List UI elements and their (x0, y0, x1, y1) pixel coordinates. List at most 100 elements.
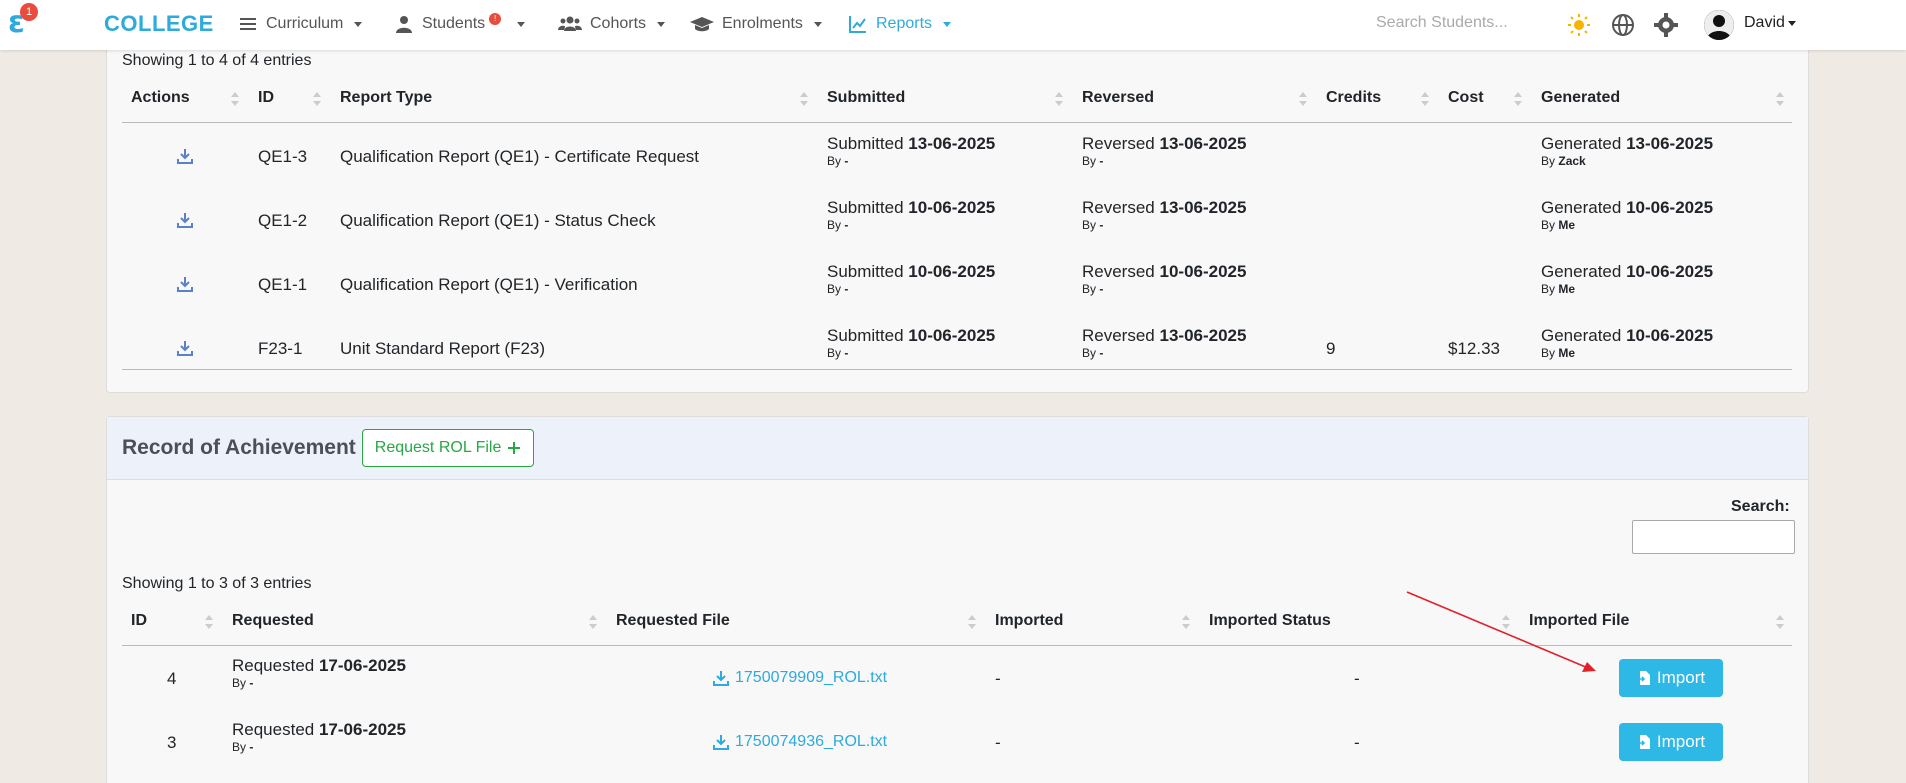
nav-reports[interactable]: Reports (848, 14, 952, 34)
download-icon (713, 671, 729, 686)
download-icon (713, 735, 729, 750)
sort-icon (1776, 615, 1784, 629)
rol-id: 3 (167, 733, 177, 752)
col-imported[interactable]: Imported (984, 597, 1198, 645)
table-row: QE1-3 Qualification Report (QE1) - Certi… (122, 124, 1792, 188)
col-imported-file[interactable]: Imported File (1518, 597, 1792, 645)
sort-icon (1421, 92, 1429, 106)
brand-name[interactable]: COLLEGE (104, 11, 214, 37)
col-cost[interactable]: Cost (1437, 74, 1530, 122)
requested-file-link[interactable]: 1750079909_ROL.txt (713, 669, 887, 687)
requested-file-link[interactable]: 1750074936_ROL.txt (713, 733, 887, 751)
sun-icon[interactable] (1567, 13, 1591, 37)
download-icon[interactable] (177, 276, 193, 292)
reports-table-header: Actions ID Report Type Submitted Reverse… (122, 74, 1792, 123)
table-row: 3 Requested 17-06-2025 By - 1750074936_RO… (122, 711, 1792, 775)
imported-cell: - (995, 733, 1001, 752)
avatar-icon (1704, 10, 1734, 40)
submitted-cell: Submitted 10-06-2025 By - (827, 262, 996, 296)
user-name: David (1744, 14, 1785, 31)
download-icon[interactable] (177, 148, 193, 164)
sort-icon (1055, 92, 1063, 106)
col-actions[interactable]: Actions (122, 74, 247, 122)
table-row: F23-1 Unit Standard Report (F23) Submitt… (122, 316, 1792, 380)
users-icon (558, 16, 582, 31)
nav-enrolments-label: Enrolments (722, 15, 803, 32)
reversed-cell: Reversed 10-06-2025 By - (1082, 262, 1247, 296)
import-button[interactable]: Import (1619, 659, 1723, 697)
reports-table-body: QE1-3 Qualification Report (QE1) - Certi… (122, 124, 1792, 370)
rol-card: Record of Achievement Request ROL File S… (106, 416, 1809, 783)
report-type: Qualification Report (QE1) - Verificatio… (340, 275, 638, 294)
download-icon[interactable] (177, 212, 193, 228)
download-icon[interactable] (177, 340, 193, 356)
table-row: QE1-2 Qualification Report (QE1) - Statu… (122, 188, 1792, 252)
col-imported-status[interactable]: Imported Status (1198, 597, 1518, 645)
reversed-cell: Reversed 13-06-2025 By - (1082, 326, 1247, 360)
sort-icon (1299, 92, 1307, 106)
top-navbar: ε 1 COLLEGE Curriculum Students ! Cohort… (0, 0, 1906, 50)
sort-icon (1502, 615, 1510, 629)
student-search-input[interactable]: Search Students... (1376, 14, 1508, 32)
generated-cell: Generated 13-06-2025 By Zack (1541, 134, 1714, 168)
col-submitted[interactable]: Submitted (816, 74, 1071, 122)
import-label: Import (1656, 732, 1706, 751)
rol-table-body: 4 Requested 17-06-2025 By - 1750079909_RO… (122, 647, 1792, 783)
col-credits[interactable]: Credits (1315, 74, 1437, 122)
col-id[interactable]: ID (122, 597, 221, 645)
chevron-down-icon (657, 21, 666, 27)
request-rol-button[interactable]: Request ROL File (361, 429, 535, 467)
chevron-down-icon (354, 21, 363, 27)
nav-enrolments[interactable]: Enrolments (690, 14, 822, 34)
chevron-down-icon (517, 21, 526, 27)
gear-icon[interactable] (1654, 13, 1678, 37)
chevron-down-icon (813, 21, 822, 27)
notification-badge[interactable]: 1 (20, 3, 38, 21)
chevron-down-icon (1787, 20, 1796, 26)
col-reversed[interactable]: Reversed (1071, 74, 1315, 122)
rol-id: 4 (167, 669, 177, 688)
imported-status-cell: - (1354, 733, 1360, 752)
sort-icon (1776, 92, 1784, 106)
reversed-cell: Reversed 13-06-2025 By - (1082, 134, 1247, 168)
col-id[interactable]: ID (247, 74, 329, 122)
report-id: QE1-2 (258, 211, 308, 230)
rol-search-input[interactable] (1632, 520, 1795, 554)
line-chart-icon (849, 16, 866, 33)
nav-curriculum-label: Curriculum (266, 15, 344, 32)
nav-students[interactable]: Students ! (394, 13, 526, 34)
reversed-cell: Reversed 13-06-2025 By - (1082, 198, 1247, 232)
imported-cell: - (995, 669, 1001, 688)
sort-icon (968, 615, 976, 629)
nav-reports-label: Reports (876, 15, 933, 32)
report-id: QE1-1 (258, 275, 308, 294)
user-menu[interactable]: David (1744, 14, 1796, 32)
import-button[interactable]: Import (1619, 723, 1723, 761)
submitted-cell: Submitted 13-06-2025 By - (827, 134, 996, 168)
nav-students-label: Students (422, 15, 486, 32)
cost-cell: $12.33 (1448, 339, 1500, 358)
graduation-cap-icon (690, 17, 714, 32)
nav-curriculum[interactable]: Curriculum (238, 14, 363, 34)
col-requested-file[interactable]: Requested File (605, 597, 984, 645)
report-id: F23-1 (258, 339, 303, 358)
credits-cell: 9 (1326, 339, 1336, 358)
sort-icon (231, 92, 239, 106)
reports-showing-info: Showing 1 to 4 of 4 entries (122, 52, 312, 69)
app-logo[interactable]: ε 1 (8, 3, 38, 40)
user-icon (396, 16, 412, 33)
globe-icon[interactable] (1611, 13, 1635, 37)
rol-search-label: Search: (1731, 498, 1790, 515)
table-row: QE1-1 Qualification Report (QE1) - Verif… (122, 252, 1792, 316)
report-type: Unit Standard Report (F23) (340, 339, 546, 358)
rol-table-header: ID Requested Requested File Imported Imp… (122, 597, 1792, 646)
submitted-cell: Submitted 10-06-2025 By - (827, 198, 996, 232)
nav-cohorts[interactable]: Cohorts (558, 14, 666, 34)
col-generated[interactable]: Generated (1530, 74, 1792, 122)
col-requested[interactable]: Requested (221, 597, 605, 645)
sort-icon (1514, 92, 1522, 106)
report-id: QE1-3 (258, 147, 308, 166)
report-type: Qualification Report (QE1) - Status Chec… (340, 211, 656, 230)
col-report-type[interactable]: Report Type (329, 74, 816, 122)
avatar[interactable] (1704, 10, 1734, 40)
